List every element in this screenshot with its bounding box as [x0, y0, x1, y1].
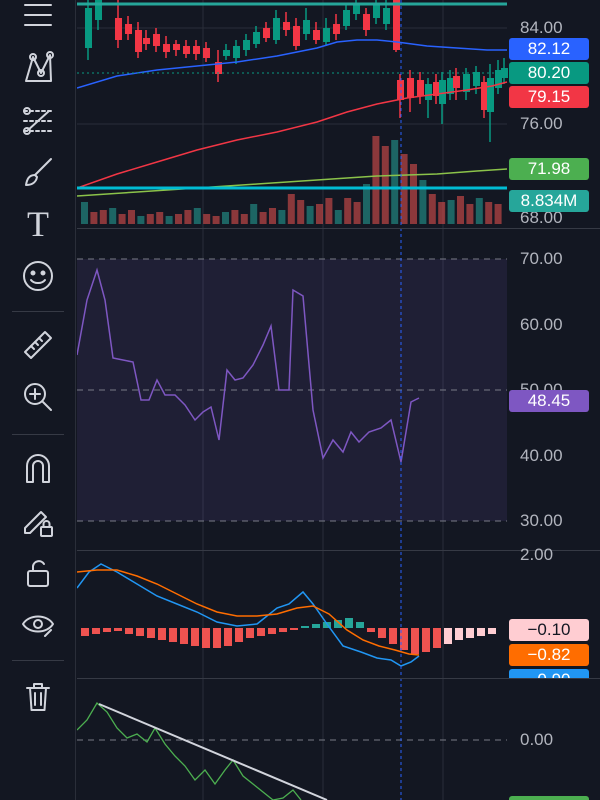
osc-axis-label: 0.00	[520, 730, 554, 749]
pane-separator[interactable]	[77, 678, 600, 679]
magnet-icon	[26, 454, 50, 483]
lock-all-tool[interactable]	[14, 551, 62, 595]
measure-tool[interactable]	[14, 323, 62, 367]
rsi-axis-label: 30.00	[520, 511, 563, 530]
zoom-in-icon	[24, 383, 52, 411]
volume-bars	[81, 136, 502, 224]
macd-histogram-badge: −0.10	[509, 619, 589, 641]
drawing-toolbar: T	[0, 0, 76, 800]
price-axis-label: 76.00	[520, 114, 563, 133]
ma-mid-badge: 79.15	[509, 86, 589, 108]
eye-icon	[22, 615, 54, 637]
oscillator-line	[77, 701, 302, 800]
signal-badge: −0.82	[509, 644, 589, 666]
osc-badge	[509, 796, 589, 800]
toolbar-divider	[12, 311, 64, 312]
lines-icon	[24, 4, 52, 26]
toolbar-divider	[12, 660, 64, 661]
projection-icon	[23, 107, 53, 135]
macd-axis-label: 2.00	[520, 545, 554, 564]
xabcd-pattern-icon	[25, 51, 54, 82]
pencil-lock-icon	[24, 511, 53, 537]
brush-icon	[25, 158, 52, 186]
horizontal-lines-tool[interactable]	[14, 0, 62, 38]
macd-badge: −0.90	[509, 669, 589, 678]
price-axis-label: 84.00	[520, 18, 563, 37]
magnet-tool[interactable]	[14, 447, 62, 491]
rsi-axis-label: 60.00	[520, 315, 563, 334]
rsi-axis-label: 70.00	[520, 249, 563, 268]
brush-tool[interactable]	[14, 150, 62, 194]
signal-line	[77, 569, 420, 656]
last-price-badge: 80.20	[509, 62, 589, 84]
text-tool[interactable]: T	[14, 202, 62, 246]
pane-separator[interactable]	[77, 228, 600, 229]
rsi-value-badge: 48.45	[509, 390, 589, 412]
macd-histogram	[81, 618, 496, 654]
emoji-tool[interactable]	[14, 254, 62, 298]
pattern-tool[interactable]	[14, 46, 62, 90]
unlock-icon	[27, 560, 49, 587]
hide-drawings-tool[interactable]	[14, 603, 62, 647]
trend-line	[98, 703, 328, 800]
forecast-tool[interactable]	[14, 98, 62, 142]
ma-slow-badge: 71.98	[509, 158, 589, 180]
toolbar-divider	[12, 434, 64, 435]
trash-icon	[26, 683, 50, 711]
lock-drawings-tool[interactable]	[14, 499, 62, 543]
rsi-axis-label: 40.00	[520, 446, 563, 465]
text-icon: T	[27, 204, 49, 244]
ma-fast-badge: 82.12	[509, 38, 589, 60]
remove-drawings-tool[interactable]	[14, 675, 62, 719]
ruler-icon	[24, 331, 52, 359]
zoom-tool[interactable]	[14, 375, 62, 419]
macd-line	[77, 563, 420, 667]
smiley-icon	[23, 261, 53, 291]
volume-badge: 8.834M	[509, 190, 589, 212]
